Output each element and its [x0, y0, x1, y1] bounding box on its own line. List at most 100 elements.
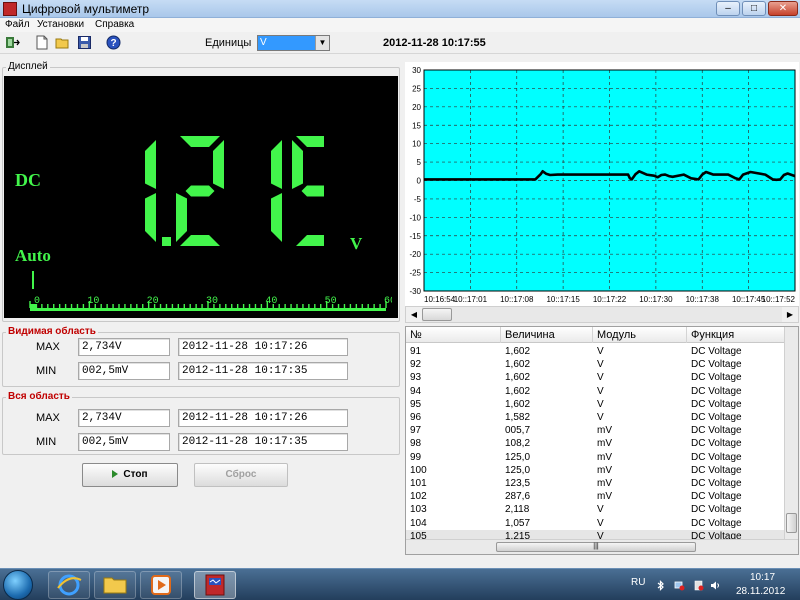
- table-row[interactable]: 96 1,582 V DC Voltage: [406, 411, 786, 424]
- table-vertical-scrollbar[interactable]: [784, 327, 798, 539]
- table-row[interactable]: 93 1,602 V DC Voltage: [406, 371, 786, 384]
- segment-digit: 2: [176, 136, 224, 246]
- total-min-time-field[interactable]: 2012-11-28 10:17:35: [178, 433, 348, 451]
- readings-table: № Величина Модуль Функция 91 1,602 V DC Vol…: [405, 326, 799, 555]
- table-row[interactable]: 99 125,0 mV DC Voltage: [406, 451, 786, 464]
- menu-settings[interactable]: Установки: [37, 19, 84, 30]
- table-row[interactable]: 98 108,2 mV DC Voltage: [406, 437, 786, 450]
- table-row[interactable]: 100 125,0 mV DC Voltage: [406, 464, 786, 477]
- units-dropdown[interactable]: V ▼: [257, 35, 330, 51]
- x-tick-label: 10::17:22: [593, 295, 627, 304]
- table-cell: DC Voltage: [691, 412, 742, 423]
- table-row[interactable]: 103 2,118 V DC Voltage: [406, 503, 786, 516]
- table-cell: DC Voltage: [691, 451, 742, 463]
- network-icon[interactable]: [674, 580, 685, 591]
- table-cell: DC Voltage: [691, 478, 742, 489]
- action-center-icon[interactable]: [693, 580, 704, 591]
- reset-button[interactable]: Сброс: [194, 463, 288, 487]
- table-cell: 1,602: [505, 359, 531, 371]
- menu-bar: Файл Установки Справка: [0, 18, 800, 32]
- close-button[interactable]: ✕: [768, 1, 798, 16]
- table-row[interactable]: 92 1,602 V DC Voltage: [406, 358, 786, 371]
- visible-max-value-field[interactable]: 2,734V: [78, 338, 170, 356]
- segment-c: [145, 193, 156, 242]
- menu-help[interactable]: Справка: [95, 19, 134, 30]
- multimeter-window: Цифровой мультиметр – □ ✕ Файл Установки…: [0, 0, 800, 600]
- segment-a: [296, 136, 324, 147]
- start-button[interactable]: [3, 570, 33, 600]
- language-indicator[interactable]: RU: [631, 577, 645, 588]
- new-file-icon[interactable]: [34, 35, 49, 50]
- bar-graph-level: [30, 304, 38, 308]
- y-tick-label: 15: [412, 121, 421, 130]
- taskbar-explorer[interactable]: [94, 571, 136, 599]
- clock-date[interactable]: 28.11.2012: [736, 586, 785, 597]
- display-group-title: Дисплей: [6, 61, 50, 72]
- menu-file[interactable]: Файл: [5, 19, 30, 30]
- table-row[interactable]: 104 1,057 V DC Voltage: [406, 517, 786, 530]
- column-header-value[interactable]: Величина: [501, 327, 593, 343]
- total-min-value-field[interactable]: 002,5mV: [78, 433, 170, 451]
- visible-min-value-field[interactable]: 002,5mV: [78, 362, 170, 380]
- svg-text:?: ?: [110, 38, 116, 49]
- exit-icon[interactable]: [5, 35, 20, 50]
- stop-button[interactable]: Стоп: [82, 463, 178, 487]
- table-cell: DC Voltage: [691, 359, 742, 371]
- taskbar-multimeter[interactable]: [194, 571, 236, 599]
- unit-indicator: V: [350, 234, 363, 253]
- open-folder-icon[interactable]: [55, 35, 70, 50]
- table-cell: 96: [410, 412, 422, 423]
- table-row[interactable]: 101 123,5 mV DC Voltage: [406, 477, 786, 490]
- segment-c: [271, 193, 282, 242]
- minimize-button[interactable]: –: [716, 1, 740, 16]
- table-row[interactable]: 94 1,602 V DC Voltage: [406, 385, 786, 398]
- y-tick-label: 25: [412, 84, 421, 93]
- scroll-left-icon[interactable]: ◀: [406, 307, 422, 322]
- visible-area-title: Видимая область: [6, 326, 98, 337]
- table-cell: 1,582: [505, 412, 531, 423]
- segment-a: [180, 136, 220, 147]
- segment-g: [185, 185, 215, 197]
- table-scroll-thumb[interactable]: [786, 513, 797, 533]
- table-horizontal-scrollbar[interactable]: |||: [406, 539, 798, 554]
- chevron-down-icon[interactable]: ▼: [315, 36, 329, 50]
- table-row[interactable]: 102 287,6 mV DC Voltage: [406, 490, 786, 503]
- chart-scroll-thumb[interactable]: [422, 308, 452, 321]
- table-row[interactable]: 91 1,602 V DC Voltage: [406, 345, 786, 358]
- taskbar-ie[interactable]: [48, 571, 90, 599]
- y-tick-label: -10: [409, 213, 421, 222]
- current-datetime: 2012-11-28 10:17:55: [383, 37, 486, 49]
- total-max-time-field[interactable]: 2012-11-28 10:17:26: [178, 409, 348, 427]
- segment-digit: 5: [292, 136, 324, 246]
- table-hscroll-thumb[interactable]: |||: [496, 542, 696, 552]
- column-header-function[interactable]: Функция: [687, 327, 786, 343]
- save-icon[interactable]: [77, 35, 92, 50]
- taskbar-media-player[interactable]: [140, 571, 182, 599]
- column-header-unit[interactable]: Модуль: [593, 327, 687, 343]
- x-tick-label: 10:16:54: [424, 295, 456, 304]
- app-icon: [3, 2, 17, 16]
- visible-max-time-field[interactable]: 2012-11-28 10:17:26: [178, 338, 348, 356]
- chart-horizontal-scrollbar[interactable]: ◀ ▶: [405, 306, 799, 323]
- segment-f: [292, 140, 303, 189]
- table-cell: DC Voltage: [691, 491, 742, 503]
- volume-icon[interactable]: [710, 580, 721, 591]
- visible-min-time-field[interactable]: 2012-11-28 10:17:35: [178, 362, 348, 380]
- table-cell: 97: [410, 425, 422, 437]
- multimeter-app-icon: [205, 574, 225, 596]
- total-max-value-field[interactable]: 2,734V: [78, 409, 170, 427]
- table-cell: mV: [597, 491, 612, 503]
- table-row[interactable]: 97 005,7 mV DC Voltage: [406, 424, 786, 437]
- table-cell: 94: [410, 385, 422, 397]
- table-row[interactable]: 95 1,602 V DC Voltage: [406, 398, 786, 411]
- scroll-right-icon[interactable]: ▶: [782, 307, 798, 322]
- table-cell: 1,602: [505, 346, 531, 357]
- clock-time[interactable]: 10:17: [750, 572, 775, 583]
- help-icon[interactable]: ?: [106, 35, 121, 50]
- maximize-button[interactable]: □: [742, 1, 766, 16]
- table-cell: 125,0: [505, 451, 531, 463]
- table-cell: 287,6: [505, 491, 531, 503]
- column-header-number[interactable]: №: [406, 327, 501, 343]
- bluetooth-icon[interactable]: [655, 580, 666, 591]
- scale-label: 60: [384, 296, 392, 307]
